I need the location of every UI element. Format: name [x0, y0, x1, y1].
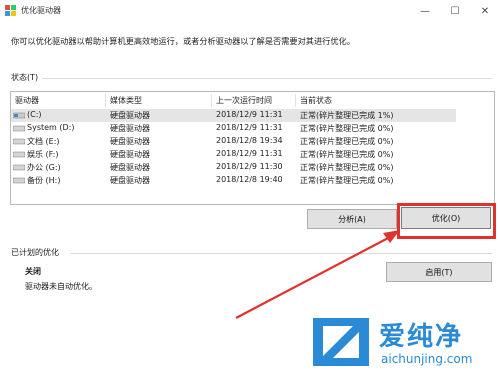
watermark-brand-text: 爱纯净 — [379, 322, 464, 352]
watermark-url-text: aichunjing.com — [381, 352, 473, 366]
watermark-logo: 爱纯净 aichunjing.com — [307, 310, 500, 372]
arrow-shaft — [235, 235, 393, 319]
arrow-head — [383, 230, 400, 243]
